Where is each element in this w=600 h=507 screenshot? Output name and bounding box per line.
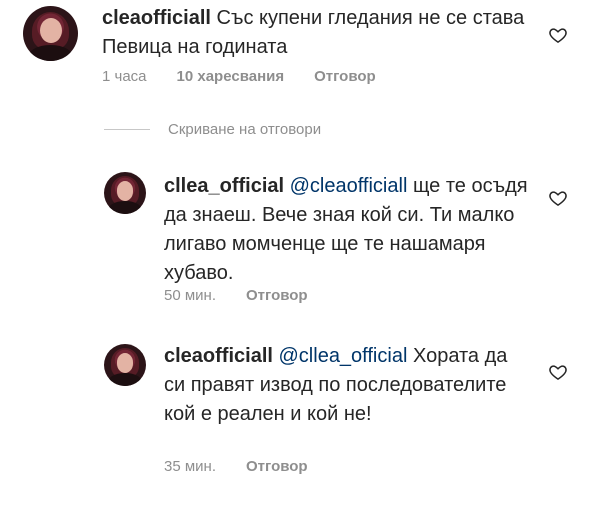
reply-button[interactable]: Отговор (314, 68, 376, 85)
heart-outline-icon[interactable] (548, 25, 568, 45)
heart-outline-icon[interactable] (548, 362, 568, 382)
comment-meta: 1 часа 10 харесвания Отговор (102, 68, 406, 85)
hide-replies-toggle[interactable]: Скриване на отговори (104, 118, 321, 140)
comment-meta: 35 мин. Отговор (164, 458, 338, 475)
comment-text: cleaofficiall Със купени гледания не се … (102, 4, 542, 62)
avatar[interactable] (23, 6, 78, 61)
heart-outline-icon[interactable] (548, 188, 568, 208)
comment-username[interactable]: cllea_official (164, 175, 284, 197)
comment-username[interactable]: cleaofficiall (164, 345, 273, 367)
likes-count[interactable]: 10 харесвания (177, 68, 285, 85)
divider-line (104, 128, 150, 130)
mention-link[interactable]: @cllea_official (279, 345, 408, 367)
comment-text: cleaofficiall @cllea_official Хората да … (164, 342, 534, 429)
reply-2: cleaofficiall @cllea_official Хората да … (0, 338, 600, 478)
comment-text: cllea_official @cleaofficiall ще те осъд… (164, 172, 534, 288)
comment-1: cleaofficiall Със купени гледания не се … (0, 0, 600, 110)
reply-1: cllea_official @cleaofficiall ще те осъд… (0, 168, 600, 308)
reply-button[interactable]: Отговор (246, 287, 308, 304)
reply-button[interactable]: Отговор (246, 458, 308, 475)
avatar[interactable] (104, 344, 146, 386)
comment-time: 35 мин. (164, 458, 216, 475)
hide-replies-label[interactable]: Скриване на отговори (168, 121, 321, 138)
comment-time: 1 часа (102, 68, 147, 85)
comment-meta: 50 мин. Отговор (164, 287, 338, 304)
comment-username[interactable]: cleaofficiall (102, 7, 211, 29)
avatar[interactable] (104, 172, 146, 214)
mention-link[interactable]: @cleaofficiall (290, 175, 408, 197)
comment-time: 50 мин. (164, 287, 216, 304)
